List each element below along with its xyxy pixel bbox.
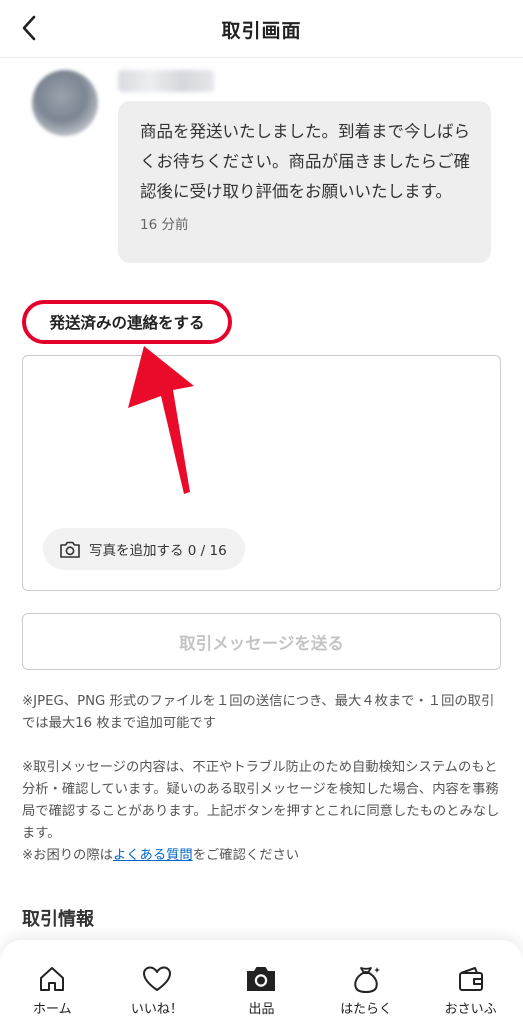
faq-link[interactable]: よくある質問: [113, 848, 193, 863]
add-photo-button[interactable]: 写真を追加する 0 / 16: [43, 528, 245, 570]
tab-home[interactable]: ホーム: [0, 940, 105, 1024]
shipped-notice-label[interactable]: 発送済みの連絡をする: [22, 300, 232, 344]
wallet-icon: [458, 967, 483, 991]
red-arrow-annotation: [128, 346, 194, 494]
monitor-note: ※取引メッセージの内容は、不正やトラブル防止のため自動検知システムのもと分析・確…: [22, 760, 500, 841]
tab-sell-label: 出品: [248, 1002, 275, 1017]
tab-work-label: はたらく: [340, 1002, 392, 1017]
heart-icon: [142, 966, 171, 991]
message-text: 商品を発送いたしました。到着まで今しばらくお待ちください。商品が届きましたらご確…: [140, 122, 470, 201]
tab-work[interactable]: はたらく: [314, 940, 419, 1024]
tab-likes[interactable]: いいね！: [105, 940, 210, 1024]
sender-name-blurred: [118, 70, 214, 92]
header-bar: 取引画面: [0, 0, 523, 58]
message-bubble: 商品を発送いたしました。到着まで今しばらくお待ちください。商品が届きましたらご確…: [118, 101, 491, 263]
money-bag-icon: [354, 967, 381, 993]
file-note: ※JPEG、PNG 形式のファイルを１回の送信につき、最大４枚まで・１回の取引で…: [22, 694, 495, 731]
home-icon: [40, 967, 65, 991]
message-timestamp: 16 分前: [140, 217, 189, 233]
notes: ※JPEG、PNG 形式のファイルを１回の送信につき、最大４枚まで・１回の取引で…: [22, 691, 506, 867]
tab-sell[interactable]: 出品: [209, 940, 314, 1024]
tab-home-label: ホーム: [32, 1002, 72, 1017]
message-textarea[interactable]: 写真を追加する 0 / 16: [22, 355, 501, 591]
bottom-tab-bar: ホーム いいね！ 出品 はたらく おさいふ: [0, 940, 523, 1024]
avatar[interactable]: [32, 70, 98, 136]
transaction-info-heading: 取引情報: [22, 909, 94, 930]
send-message-button[interactable]: 取引メッセージを送る: [22, 613, 501, 670]
camera-outline-icon: [60, 541, 80, 558]
tab-wallet-label: おさいふ: [444, 1002, 497, 1017]
tab-likes-label: いいね！: [130, 1002, 183, 1017]
page-title: 取引画面: [221, 20, 302, 42]
help-prefix: ※お困りの際は: [22, 848, 113, 863]
shipped-notice-text: 発送済みの連絡をする: [49, 314, 205, 332]
help-note: ※お困りの際はよくある質問をご確認ください: [22, 845, 506, 867]
camera-icon: [247, 967, 276, 991]
add-photo-label: 写真を追加する 0 / 16: [89, 543, 227, 559]
tab-wallet[interactable]: おさいふ: [418, 940, 523, 1024]
help-suffix: をご確認ください: [192, 848, 300, 863]
